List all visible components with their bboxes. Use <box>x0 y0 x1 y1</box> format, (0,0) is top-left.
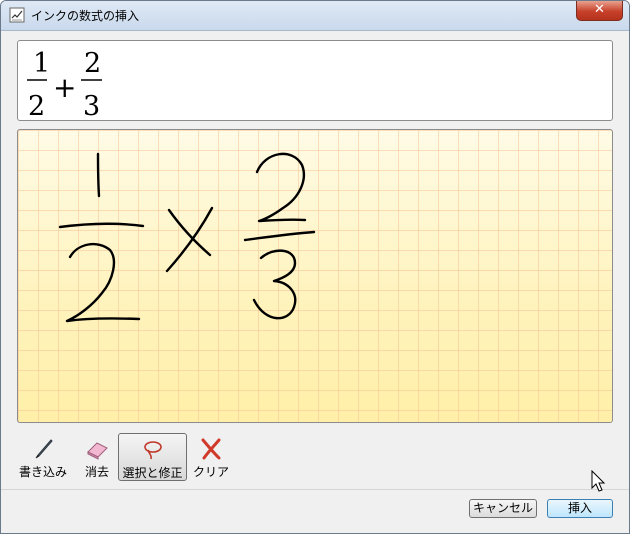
insert-button[interactable]: 挿入 <box>547 499 613 518</box>
term2-denominator: 3 <box>83 91 100 120</box>
ink-stroke-times-1 <box>167 208 212 257</box>
term2-numerator: 2 <box>84 48 101 79</box>
ink-stroke-numerator-two <box>255 152 307 223</box>
ink-writing-area[interactable] <box>17 129 613 423</box>
ink-stroke-fraction-bar-1 <box>58 222 145 229</box>
math-input-icon <box>9 7 25 23</box>
mouse-cursor-icon <box>591 470 606 492</box>
write-tool-button[interactable]: 書き込み <box>11 433 75 481</box>
insert-ink-equation-dialog: インクの数式の挿入 ✕ 1 2 + 2 3 書き込み 消去 選択と修正 クリア … <box>0 0 630 534</box>
title-bar[interactable]: インクの数式の挿入 ✕ <box>1 1 629 31</box>
cancel-button[interactable]: キャンセル <box>469 499 537 518</box>
clear-x-icon <box>201 438 221 460</box>
dialog-body: 1 2 + 2 3 書き込み 消去 選択と修正 クリア キャンセル 挿入 <box>1 31 629 533</box>
term1-numerator: 1 <box>33 48 50 79</box>
ink-stroke-two <box>65 242 141 323</box>
eraser-icon <box>87 442 108 460</box>
operator-plus: + <box>53 71 76 104</box>
ink-stroke-one <box>96 152 101 198</box>
window-title: インクの数式の挿入 <box>31 9 140 23</box>
lasso-icon <box>143 441 162 460</box>
close-icon: ✕ <box>594 2 605 17</box>
close-button[interactable]: ✕ <box>576 1 623 21</box>
term1-denominator: 2 <box>28 91 45 120</box>
write-tool-label: 書き込み <box>18 465 67 479</box>
clear-tool-button[interactable]: クリア <box>189 433 233 481</box>
ink-stroke-three <box>252 249 297 320</box>
pen-icon <box>35 439 53 459</box>
erase-tool-label: 消去 <box>84 465 109 479</box>
equation-preview: 1 2 + 2 3 <box>17 40 613 122</box>
select-correct-tool-label: 選択と修正 <box>122 466 183 480</box>
equation-preview-render: 1 2 + 2 3 <box>27 48 102 122</box>
ink-stroke-fraction-bar-2 <box>243 230 316 242</box>
select-correct-tool-button[interactable]: 選択と修正 <box>118 433 187 481</box>
clear-tool-label: クリア <box>192 465 229 479</box>
ink-strokes <box>58 152 316 323</box>
erase-tool-button[interactable]: 消去 <box>77 433 117 481</box>
dialog-button-bar: キャンセル 挿入 <box>1 489 629 533</box>
